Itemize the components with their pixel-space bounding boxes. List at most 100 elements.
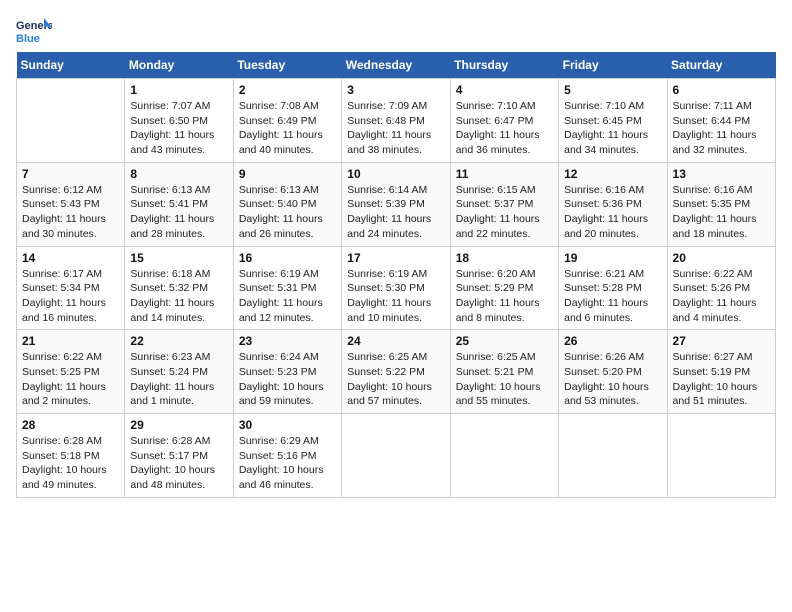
calendar-cell: 4 Sunrise: 7:10 AM Sunset: 6:47 PM Daylig… <box>450 79 558 163</box>
calendar-cell: 2Sunrise: 7:08 AM Sunset: 6:49 PM Daylig… <box>233 79 341 163</box>
calendar-table: SundayMondayTuesdayWednesdayThursdayFrid… <box>16 52 776 498</box>
day-info: Sunrise: 7:07 AM Sunset: 6:50 PM Dayligh… <box>130 99 227 158</box>
day-number: 27 <box>673 334 770 348</box>
calendar-week-4: 21Sunrise: 6:22 AM Sunset: 5:25 PM Dayli… <box>17 330 776 414</box>
day-info: Sunrise: 7:10 AM Sunset: 6:47 PM Dayligh… <box>456 99 553 158</box>
day-info: Sunrise: 6:15 AM Sunset: 5:37 PM Dayligh… <box>456 183 553 242</box>
day-info: Sunrise: 6:18 AM Sunset: 5:32 PM Dayligh… <box>130 267 227 326</box>
day-info: Sunrise: 7:10 AM Sunset: 6:45 PM Dayligh… <box>564 99 661 158</box>
day-number: 12 <box>564 167 661 181</box>
calendar-cell <box>667 414 775 498</box>
day-info: Sunrise: 6:28 AM Sunset: 5:18 PM Dayligh… <box>22 434 119 493</box>
day-number: 4 <box>456 83 553 97</box>
calendar-week-5: 28 Sunrise: 6:28 AM Sunset: 5:18 PM Dayli… <box>17 414 776 498</box>
day-number: 5 <box>564 83 661 97</box>
calendar-cell: 29 Sunrise: 6:28 AM Sunset: 5:17 PM Dayli… <box>125 414 233 498</box>
calendar-cell: 3 Sunrise: 7:09 AM Sunset: 6:48 PM Daylig… <box>342 79 450 163</box>
day-info: Sunrise: 6:25 AM Sunset: 5:22 PM Dayligh… <box>347 350 444 409</box>
header-cell-tuesday: Tuesday <box>233 52 341 79</box>
calendar-cell: 20 Sunrise: 6:22 AM Sunset: 5:26 PM Dayli… <box>667 246 775 330</box>
calendar-cell: 15 Sunrise: 6:18 AM Sunset: 5:32 PM Dayli… <box>125 246 233 330</box>
header-cell-sunday: Sunday <box>17 52 125 79</box>
day-info: Sunrise: 6:26 AM Sunset: 5:20 PM Dayligh… <box>564 350 661 409</box>
calendar-cell: 5 Sunrise: 7:10 AM Sunset: 6:45 PM Daylig… <box>559 79 667 163</box>
calendar-cell: 10Sunrise: 6:14 AM Sunset: 5:39 PM Dayli… <box>342 162 450 246</box>
day-number: 7 <box>22 167 119 181</box>
day-info: Sunrise: 6:25 AM Sunset: 5:21 PM Dayligh… <box>456 350 553 409</box>
calendar-cell: 17 Sunrise: 6:19 AM Sunset: 5:30 PM Dayli… <box>342 246 450 330</box>
calendar-cell <box>450 414 558 498</box>
day-number: 30 <box>239 418 336 432</box>
day-info: Sunrise: 6:21 AM Sunset: 5:28 PM Dayligh… <box>564 267 661 326</box>
calendar-body: 1 Sunrise: 7:07 AM Sunset: 6:50 PM Daylig… <box>17 79 776 498</box>
header-cell-monday: Monday <box>125 52 233 79</box>
calendar-cell: 12 Sunrise: 6:16 AM Sunset: 5:36 PM Dayli… <box>559 162 667 246</box>
calendar-cell: 16 Sunrise: 6:19 AM Sunset: 5:31 PM Dayli… <box>233 246 341 330</box>
day-info: Sunrise: 6:14 AM Sunset: 5:39 PM Dayligh… <box>347 183 444 242</box>
calendar-cell: 7 Sunrise: 6:12 AM Sunset: 5:43 PM Daylig… <box>17 162 125 246</box>
day-number: 14 <box>22 251 119 265</box>
day-info: Sunrise: 6:28 AM Sunset: 5:17 PM Dayligh… <box>130 434 227 493</box>
day-number: 24 <box>347 334 444 348</box>
day-number: 3 <box>347 83 444 97</box>
calendar-cell <box>17 79 125 163</box>
day-info: Sunrise: 6:22 AM Sunset: 5:26 PM Dayligh… <box>673 267 770 326</box>
day-number: 15 <box>130 251 227 265</box>
day-info: Sunrise: 6:24 AM Sunset: 5:23 PM Dayligh… <box>239 350 336 409</box>
day-number: 29 <box>130 418 227 432</box>
calendar-cell: 14Sunrise: 6:17 AM Sunset: 5:34 PM Dayli… <box>17 246 125 330</box>
day-number: 9 <box>239 167 336 181</box>
day-number: 6 <box>673 83 770 97</box>
calendar-cell: 13 Sunrise: 6:16 AM Sunset: 5:35 PM Dayli… <box>667 162 775 246</box>
day-number: 18 <box>456 251 553 265</box>
day-number: 28 <box>22 418 119 432</box>
day-number: 1 <box>130 83 227 97</box>
calendar-cell: 9 Sunrise: 6:13 AM Sunset: 5:40 PM Daylig… <box>233 162 341 246</box>
day-info: Sunrise: 6:19 AM Sunset: 5:30 PM Dayligh… <box>347 267 444 326</box>
calendar-cell: 27Sunrise: 6:27 AM Sunset: 5:19 PM Dayli… <box>667 330 775 414</box>
day-number: 23 <box>239 334 336 348</box>
day-info: Sunrise: 6:19 AM Sunset: 5:31 PM Dayligh… <box>239 267 336 326</box>
logo: General Blue <box>16 16 52 44</box>
calendar-cell: 24 Sunrise: 6:25 AM Sunset: 5:22 PM Dayli… <box>342 330 450 414</box>
day-number: 13 <box>673 167 770 181</box>
calendar-cell: 6Sunrise: 7:11 AM Sunset: 6:44 PM Daylig… <box>667 79 775 163</box>
calendar-cell: 1 Sunrise: 7:07 AM Sunset: 6:50 PM Daylig… <box>125 79 233 163</box>
calendar-week-1: 1 Sunrise: 7:07 AM Sunset: 6:50 PM Daylig… <box>17 79 776 163</box>
calendar-cell <box>342 414 450 498</box>
day-info: Sunrise: 7:09 AM Sunset: 6:48 PM Dayligh… <box>347 99 444 158</box>
header-cell-friday: Friday <box>559 52 667 79</box>
day-info: Sunrise: 6:13 AM Sunset: 5:41 PM Dayligh… <box>130 183 227 242</box>
calendar-cell: 25Sunrise: 6:25 AM Sunset: 5:21 PM Dayli… <box>450 330 558 414</box>
day-number: 17 <box>347 251 444 265</box>
day-info: Sunrise: 6:12 AM Sunset: 5:43 PM Dayligh… <box>22 183 119 242</box>
calendar-cell: 19 Sunrise: 6:21 AM Sunset: 5:28 PM Dayli… <box>559 246 667 330</box>
day-info: Sunrise: 6:13 AM Sunset: 5:40 PM Dayligh… <box>239 183 336 242</box>
day-info: Sunrise: 6:16 AM Sunset: 5:36 PM Dayligh… <box>564 183 661 242</box>
day-number: 16 <box>239 251 336 265</box>
calendar-week-3: 14Sunrise: 6:17 AM Sunset: 5:34 PM Dayli… <box>17 246 776 330</box>
calendar-header-row: SundayMondayTuesdayWednesdayThursdayFrid… <box>17 52 776 79</box>
header-cell-wednesday: Wednesday <box>342 52 450 79</box>
header-cell-thursday: Thursday <box>450 52 558 79</box>
day-number: 19 <box>564 251 661 265</box>
calendar-cell: 11 Sunrise: 6:15 AM Sunset: 5:37 PM Dayli… <box>450 162 558 246</box>
day-number: 26 <box>564 334 661 348</box>
day-number: 20 <box>673 251 770 265</box>
calendar-cell: 30 Sunrise: 6:29 AM Sunset: 5:16 PM Dayli… <box>233 414 341 498</box>
day-info: Sunrise: 6:22 AM Sunset: 5:25 PM Dayligh… <box>22 350 119 409</box>
calendar-cell: 21Sunrise: 6:22 AM Sunset: 5:25 PM Dayli… <box>17 330 125 414</box>
day-number: 11 <box>456 167 553 181</box>
day-info: Sunrise: 7:08 AM Sunset: 6:49 PM Dayligh… <box>239 99 336 158</box>
calendar-cell <box>559 414 667 498</box>
svg-text:Blue: Blue <box>16 33 40 44</box>
calendar-week-2: 7 Sunrise: 6:12 AM Sunset: 5:43 PM Daylig… <box>17 162 776 246</box>
calendar-cell: 8 Sunrise: 6:13 AM Sunset: 5:41 PM Daylig… <box>125 162 233 246</box>
header-cell-saturday: Saturday <box>667 52 775 79</box>
day-info: Sunrise: 6:29 AM Sunset: 5:16 PM Dayligh… <box>239 434 336 493</box>
calendar-cell: 23 Sunrise: 6:24 AM Sunset: 5:23 PM Dayli… <box>233 330 341 414</box>
calendar-cell: 18 Sunrise: 6:20 AM Sunset: 5:29 PM Dayli… <box>450 246 558 330</box>
day-number: 8 <box>130 167 227 181</box>
day-info: Sunrise: 6:16 AM Sunset: 5:35 PM Dayligh… <box>673 183 770 242</box>
day-info: Sunrise: 6:20 AM Sunset: 5:29 PM Dayligh… <box>456 267 553 326</box>
